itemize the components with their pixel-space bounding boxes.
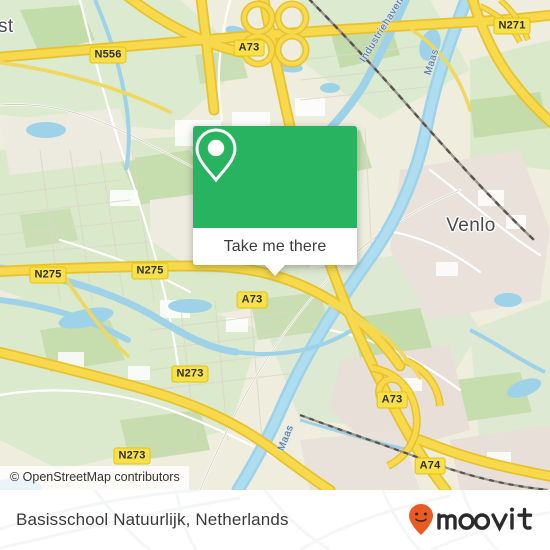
popup-icon-area [193, 126, 357, 228]
map-canvas[interactable]: Venlo st Maas Industriehaven Maas N556 A… [0, 0, 550, 490]
road-shield-a74: A74 [414, 457, 446, 475]
road-shield-n273-south: N273 [113, 447, 151, 465]
take-me-there-popup[interactable]: Take me there [193, 126, 357, 276]
road-shield-n275-west: N275 [29, 266, 67, 284]
road-shield-n271: N271 [493, 17, 531, 35]
footer-bar: Basisschool Natuurlijk, Netherlands [0, 490, 550, 550]
map-pin-icon [195, 128, 237, 183]
location-title: Basisschool Natuurlijk, Netherlands [16, 510, 289, 529]
road-shield-a73-south: A73 [376, 391, 408, 409]
place-label-partial: st [0, 16, 14, 37]
road-shield-n275-mid: N275 [131, 262, 169, 280]
moovit-logo[interactable]: moovit [406, 502, 536, 538]
take-me-there-label: Take me there [223, 237, 327, 255]
take-me-there-button[interactable]: Take me there [193, 228, 357, 265]
place-label-venlo: Venlo [446, 215, 496, 236]
osm-attribution[interactable]: © OpenStreetMap contributors [0, 466, 189, 490]
road-shield-a73-north: A73 [233, 39, 265, 57]
road-shield-n273-mid: N273 [171, 365, 209, 383]
road-shield-n556: N556 [89, 46, 127, 64]
popup-pointer [265, 265, 285, 276]
moovit-pin-icon [409, 504, 433, 535]
road-shield-a73-mid: A73 [236, 291, 268, 309]
screenshot-root: Venlo st Maas Industriehaven Maas N556 A… [0, 0, 550, 550]
moovit-i-dot [509, 507, 515, 512]
moovit-wordmark [409, 504, 533, 535]
